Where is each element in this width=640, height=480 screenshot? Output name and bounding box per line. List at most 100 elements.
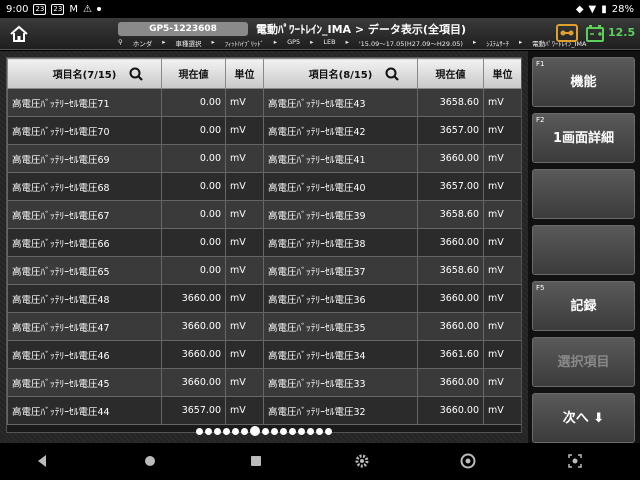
fkey-label: F1 xyxy=(536,60,545,68)
table-body: 高電圧ﾊﾞｯﾃﾘｰｾﾙ電圧71 0.00 mV 高電圧ﾊﾞｯﾃﾘｰｾﾙ電圧43 3658… xyxy=(7,88,521,425)
page-dot[interactable] xyxy=(325,427,332,435)
item-name-cell: 高電圧ﾊﾞｯﾃﾘｰｾﾙ電圧65 xyxy=(7,256,162,285)
current-value-cell: 3658.60 xyxy=(417,200,484,229)
page-dot[interactable] xyxy=(289,427,296,435)
page-dot[interactable] xyxy=(205,427,212,435)
empty-button-f4[interactable] xyxy=(532,225,635,275)
unit-cell: mV xyxy=(483,144,521,173)
table-row[interactable]: 高電圧ﾊﾞｯﾃﾘｰｾﾙ電圧44 3657.00 mV 高電圧ﾊﾞｯﾃﾘｰｾﾙ電圧32 3… xyxy=(7,396,521,425)
page-dot[interactable] xyxy=(214,427,221,435)
table-row[interactable]: 高電圧ﾊﾞｯﾃﾘｰｾﾙ電圧68 0.00 mV 高電圧ﾊﾞｯﾃﾘｰｾﾙ電圧40 3657… xyxy=(7,172,521,201)
home-icon[interactable] xyxy=(8,23,30,45)
screenshot-icon[interactable] xyxy=(567,453,583,469)
item-name-cell: 高電圧ﾊﾞｯﾃﾘｰｾﾙ電圧48 xyxy=(7,284,162,313)
search-icon[interactable] xyxy=(385,67,399,81)
table-row[interactable]: 高電圧ﾊﾞｯﾃﾘｰｾﾙ電圧71 0.00 mV 高電圧ﾊﾞｯﾃﾘｰｾﾙ電圧43 3658… xyxy=(7,88,521,117)
breadcrumb-item: '15.09～17.05(H27.09～H29.05) xyxy=(358,40,463,48)
function-button[interactable]: F1 機能 xyxy=(532,57,635,107)
table-row[interactable]: 高電圧ﾊﾞｯﾃﾘｰｾﾙ電圧45 3660.00 mV 高電圧ﾊﾞｯﾃﾘｰｾﾙ電圧33 3… xyxy=(7,368,521,397)
empty-button-f3[interactable] xyxy=(532,169,635,219)
unit-cell: mV xyxy=(483,228,521,257)
column-header-unit-left: 単位 xyxy=(225,58,264,89)
home-nav-icon[interactable] xyxy=(142,453,158,469)
breadcrumb-item: 車種選択 xyxy=(175,40,202,48)
page-dot[interactable] xyxy=(232,427,239,435)
search-icon[interactable] xyxy=(129,67,143,81)
recents-icon[interactable] xyxy=(248,453,264,469)
current-value-cell: 0.00 xyxy=(161,200,226,229)
page-dot[interactable] xyxy=(196,427,203,435)
current-value-cell: 3657.00 xyxy=(417,116,484,145)
unit-cell: mV xyxy=(225,340,264,369)
column-header-item-name-left: 項目名(7/15) xyxy=(7,58,162,89)
breadcrumb-sep: ▸ xyxy=(273,38,278,46)
function-key-panel: F1 機能 F2 1画面詳細 F5 記録 選択項目 次へ ⬇ xyxy=(528,51,640,443)
table-row[interactable]: 高電圧ﾊﾞｯﾃﾘｰｾﾙ電圧67 0.00 mV 高電圧ﾊﾞｯﾃﾘｰｾﾙ電圧39 3658… xyxy=(7,200,521,229)
data-panel: 項目名(7/15) 現在値 単位 項目名(8/15) 現在値 単位 高電圧ﾊﾞｯ… xyxy=(0,51,528,443)
settings-gear-icon[interactable] xyxy=(354,453,370,469)
unit-cell: mV xyxy=(225,228,264,257)
button-label: 選択項目 xyxy=(557,355,610,370)
page-dot[interactable] xyxy=(223,427,230,435)
column-header-unit-right: 単位 xyxy=(483,58,521,89)
table-row[interactable]: 高電圧ﾊﾞｯﾃﾘｰｾﾙ電圧69 0.00 mV 高電圧ﾊﾞｯﾃﾘｰｾﾙ電圧41 3660… xyxy=(7,144,521,173)
item-name-cell: 高電圧ﾊﾞｯﾃﾘｰｾﾙ電圧70 xyxy=(7,116,162,145)
status-bar: 9:00 23 23 M ⚠ ◆ ▼ ▮ 28% xyxy=(0,0,640,18)
unit-cell: mV xyxy=(225,396,264,425)
current-value-cell: 3660.00 xyxy=(161,312,226,341)
table-row[interactable]: 高電圧ﾊﾞｯﾃﾘｰｾﾙ電圧70 0.00 mV 高電圧ﾊﾞｯﾃﾘｰｾﾙ電圧42 3657… xyxy=(7,116,521,145)
table-row[interactable]: 高電圧ﾊﾞｯﾃﾘｰｾﾙ電圧46 3660.00 mV 高電圧ﾊﾞｯﾃﾘｰｾﾙ電圧34 3… xyxy=(7,340,521,369)
chrome-icon[interactable] xyxy=(460,453,476,469)
item-name-cell: 高電圧ﾊﾞｯﾃﾘｰｾﾙ電圧33 xyxy=(263,368,418,397)
signal-icon: ◆ xyxy=(575,3,584,15)
page-dot[interactable] xyxy=(262,427,269,435)
calendar-icon-2: 23 xyxy=(51,3,65,15)
table-row[interactable]: 高電圧ﾊﾞｯﾃﾘｰｾﾙ電圧47 3660.00 mV 高電圧ﾊﾞｯﾃﾘｰｾﾙ電圧35 3… xyxy=(7,312,521,341)
item-name-cell: 高電圧ﾊﾞｯﾃﾘｰｾﾙ電圧39 xyxy=(263,200,418,229)
current-value-cell: 0.00 xyxy=(161,256,226,285)
back-icon[interactable] xyxy=(34,453,50,469)
gmail-icon: M xyxy=(69,3,78,15)
unit-cell: mV xyxy=(225,88,264,117)
detail-button[interactable]: F2 1画面詳細 xyxy=(532,113,635,163)
current-value-cell: 3660.00 xyxy=(417,312,484,341)
current-value-cell: 3657.00 xyxy=(161,396,226,425)
current-value-cell: 0.00 xyxy=(161,88,226,117)
current-value-cell: 3660.00 xyxy=(417,368,484,397)
dot-icon xyxy=(96,7,101,11)
cassette-icon[interactable] xyxy=(556,24,578,42)
item-name-cell: 高電圧ﾊﾞｯﾃﾘｰｾﾙ電圧47 xyxy=(7,312,162,341)
page-dot[interactable] xyxy=(241,427,248,435)
navigation-bar xyxy=(0,443,640,480)
page-dot[interactable] xyxy=(298,427,305,435)
current-value-cell: 0.00 xyxy=(161,116,226,145)
table-row[interactable]: 高電圧ﾊﾞｯﾃﾘｰｾﾙ電圧48 3660.00 mV 高電圧ﾊﾞｯﾃﾘｰｾﾙ電圧36 3… xyxy=(7,284,521,313)
current-value-cell: 3657.00 xyxy=(417,172,484,201)
item-name-cell: 高電圧ﾊﾞｯﾃﾘｰｾﾙ電圧34 xyxy=(263,340,418,369)
calendar-icon: 23 xyxy=(33,3,47,15)
current-value-cell: 0.00 xyxy=(161,144,226,173)
selected-items-button[interactable]: 選択項目 xyxy=(532,337,635,387)
next-button[interactable]: 次へ ⬇ xyxy=(532,393,635,443)
item-name-cell: 高電圧ﾊﾞｯﾃﾘｰｾﾙ電圧46 xyxy=(7,340,162,369)
column-header-item-name-right: 項目名(8/15) xyxy=(263,58,418,89)
fkey-label: F2 xyxy=(536,116,545,124)
table-row[interactable]: 高電圧ﾊﾞｯﾃﾘｰｾﾙ電圧66 0.00 mV 高電圧ﾊﾞｯﾃﾘｰｾﾙ電圧38 3660… xyxy=(7,228,521,257)
unit-cell: mV xyxy=(483,284,521,313)
current-value-cell: 0.00 xyxy=(161,172,226,201)
data-table-container[interactable]: 項目名(7/15) 現在値 単位 項目名(8/15) 現在値 単位 高電圧ﾊﾞｯ… xyxy=(6,57,522,433)
page-dot-active[interactable] xyxy=(250,426,260,436)
column-header-label: 項目名(8/15) xyxy=(308,70,373,81)
wifi-icon: ▼ xyxy=(588,3,597,15)
page-dot[interactable] xyxy=(280,427,287,435)
device-id: GP5-1223608 xyxy=(118,22,248,36)
page-dot[interactable] xyxy=(307,427,314,435)
page-dot[interactable] xyxy=(316,427,323,435)
item-name-cell: 高電圧ﾊﾞｯﾃﾘｰｾﾙ電圧71 xyxy=(7,88,162,117)
breadcrumb-sep: ▸ xyxy=(345,38,349,46)
record-button[interactable]: F5 記録 xyxy=(532,281,635,331)
page-dot[interactable] xyxy=(271,427,278,435)
page-title: 電動ﾊﾟﾜｰﾄﾚｲﾝ_IMA > データ表示(全項目) xyxy=(256,23,466,36)
table-row[interactable]: 高電圧ﾊﾞｯﾃﾘｰｾﾙ電圧65 0.00 mV 高電圧ﾊﾞｯﾃﾘｰｾﾙ電圧37 3658… xyxy=(7,256,521,285)
column-header-value-left: 現在値 xyxy=(161,58,226,89)
